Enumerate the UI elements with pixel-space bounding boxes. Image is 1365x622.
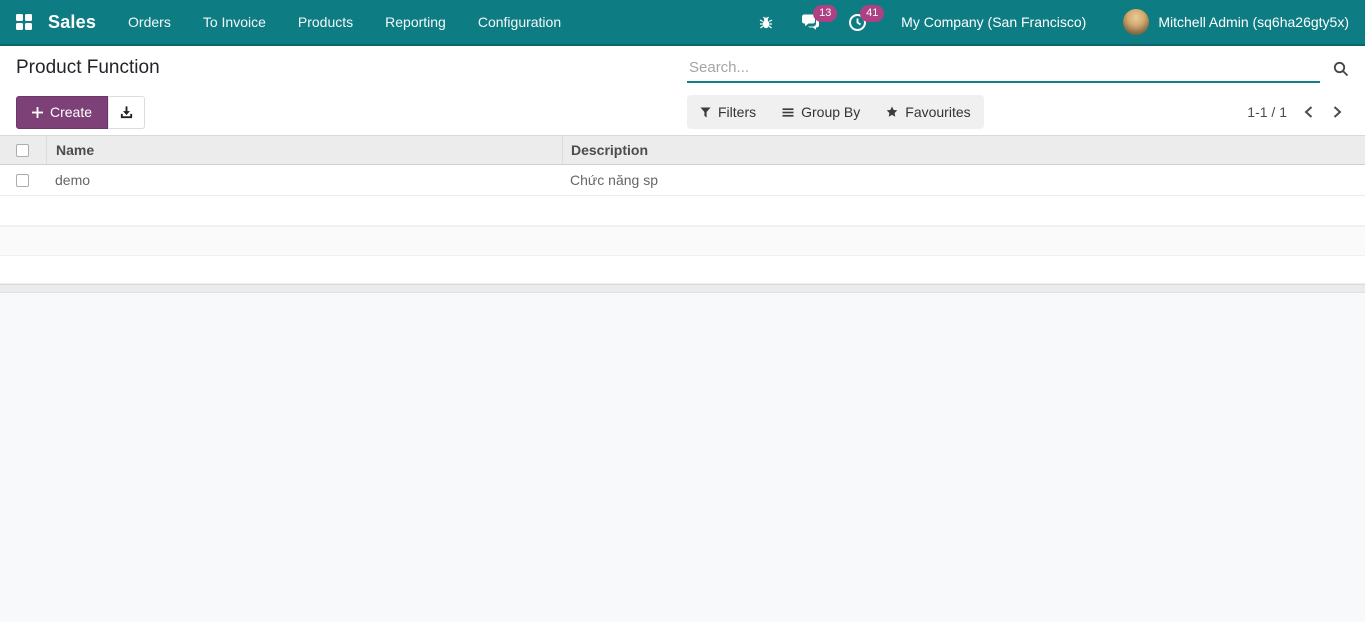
search-options-group: Filters Group By Favourites xyxy=(687,95,984,129)
company-switcher[interactable]: My Company (San Francisco) xyxy=(901,0,1086,44)
search-bar xyxy=(687,53,1365,83)
pager-value: 1-1 / 1 xyxy=(1247,104,1287,120)
navbar-left: Sales Orders To Invoice Products Reporti… xyxy=(0,0,577,44)
filters-label: Filters xyxy=(718,104,757,120)
activities-menu-button[interactable]: 41 xyxy=(848,0,885,44)
filters-button[interactable]: Filters xyxy=(687,95,769,129)
apps-menu-button[interactable] xyxy=(0,0,32,44)
list-view: Name Description demo Chức năng sp xyxy=(0,135,1365,622)
menu-products[interactable]: Products xyxy=(282,0,369,44)
odoo-app: Sales Orders To Invoice Products Reporti… xyxy=(0,0,1365,622)
select-all-checkbox[interactable] xyxy=(16,143,29,157)
user-avatar[interactable] xyxy=(1123,9,1150,35)
page-background xyxy=(0,293,1365,622)
menu-orders[interactable]: Orders xyxy=(112,0,187,44)
column-header-name[interactable]: Name xyxy=(46,136,562,164)
download-icon xyxy=(119,105,134,120)
pager-next-button[interactable] xyxy=(1330,103,1345,121)
group-by-button[interactable]: Group By xyxy=(769,95,873,129)
search-input[interactable] xyxy=(687,53,1320,83)
messages-badge: 13 xyxy=(813,5,838,22)
navbar-right: 13 41 My Company (San Francisco) Mitchel… xyxy=(731,0,1365,44)
page-title: Product Function xyxy=(16,57,160,78)
row-checkbox[interactable] xyxy=(16,173,29,187)
table-footer-strip xyxy=(0,284,1365,293)
search-button[interactable] xyxy=(1333,61,1349,83)
create-button[interactable]: Create xyxy=(16,95,109,129)
magnifier-icon xyxy=(1333,61,1349,77)
empty-row xyxy=(0,196,1365,226)
pager-previous-button[interactable] xyxy=(1301,103,1316,121)
star-icon xyxy=(886,106,898,118)
apps-grid-icon xyxy=(16,14,32,30)
bug-icon xyxy=(758,14,774,30)
menu-configuration[interactable]: Configuration xyxy=(462,0,577,44)
activities-badge: 41 xyxy=(860,5,885,22)
row-checkbox-cell xyxy=(0,173,46,187)
app-name-sales[interactable]: Sales xyxy=(48,12,96,33)
funnel-icon xyxy=(700,106,711,118)
create-button-label: Create xyxy=(50,104,93,120)
export-button[interactable] xyxy=(108,95,146,129)
menu-to-invoice[interactable]: To Invoice xyxy=(187,0,282,44)
empty-row xyxy=(0,226,1365,256)
table-header-row: Name Description xyxy=(0,135,1365,165)
menu-reporting[interactable]: Reporting xyxy=(369,0,462,44)
plus-icon xyxy=(32,106,43,118)
debug-mode-button[interactable] xyxy=(758,0,774,44)
top-navbar: Sales Orders To Invoice Products Reporti… xyxy=(0,0,1365,46)
favourites-label: Favourites xyxy=(905,104,971,120)
header-checkbox-cell xyxy=(0,143,46,157)
row-description-cell[interactable]: Chức năng sp xyxy=(562,172,1365,188)
group-by-label: Group By xyxy=(801,104,861,120)
bars-icon xyxy=(782,107,794,118)
table-row[interactable]: demo Chức năng sp xyxy=(0,165,1365,196)
user-menu-button[interactable]: Mitchell Admin (sq6ha26gty5x) xyxy=(1158,0,1349,44)
pager: 1-1 / 1 xyxy=(1247,103,1345,121)
messages-menu-button[interactable]: 13 xyxy=(801,0,838,44)
action-buttons: Create xyxy=(16,95,146,129)
column-header-description[interactable]: Description xyxy=(562,136,1365,164)
chevron-left-icon xyxy=(1303,105,1314,119)
favourites-button[interactable]: Favourites xyxy=(873,95,983,129)
chevron-right-icon xyxy=(1332,105,1343,119)
row-name-cell[interactable]: demo xyxy=(46,172,562,188)
empty-row xyxy=(0,256,1365,284)
control-panel: Product Function Search... Create Filter… xyxy=(0,46,1365,135)
main-menu: Orders To Invoice Products Reporting Con… xyxy=(112,0,577,44)
